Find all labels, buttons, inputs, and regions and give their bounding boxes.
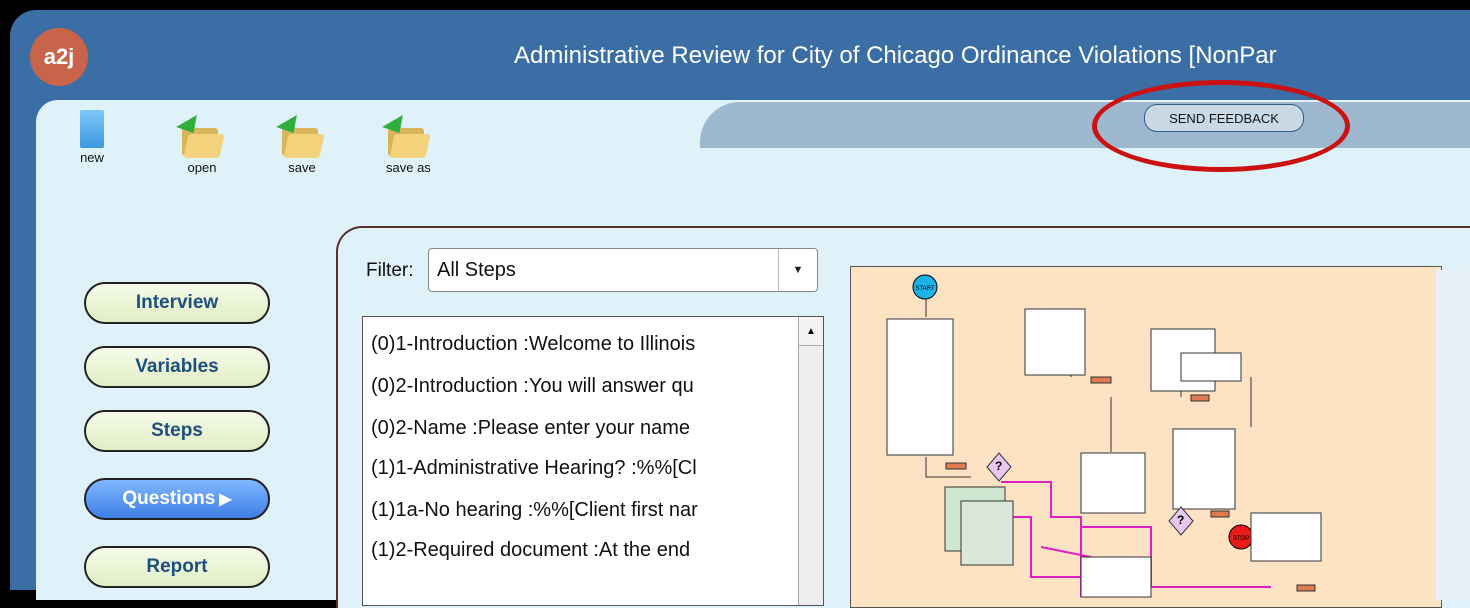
new-document-icon	[80, 110, 104, 148]
save-as-folder-icon	[382, 114, 431, 158]
list-item[interactable]: (0)2-Introduction :You will answer qu	[371, 375, 694, 398]
list-item[interactable]: (1)1a-No hearing :%%[Client first nar	[371, 499, 698, 522]
filter-label: Filter:	[366, 260, 414, 281]
new-label: new	[80, 150, 104, 165]
save-as-label: save as	[386, 160, 431, 175]
filter-select[interactable]: All Steps ▼	[428, 248, 818, 292]
list-item[interactable]: (1)1-Administrative Hearing? :%%[Cl	[371, 457, 697, 480]
feedback-highlight-circle	[1092, 80, 1350, 172]
save-as-button[interactable]: save as	[382, 114, 431, 175]
nav-questions-button[interactable]: Questions ▶	[84, 478, 270, 520]
save-button[interactable]: save	[276, 114, 325, 175]
list-item[interactable]: (0)2-Name :Please enter your name	[371, 417, 690, 440]
nav-questions-label: Questions	[122, 488, 216, 509]
save-label: save	[288, 160, 316, 175]
scroll-up-icon[interactable]: ▲	[799, 317, 823, 346]
flow-map-side-panel	[1436, 270, 1470, 600]
list-item[interactable]: (0)1-Introduction :Welcome to Illinois	[371, 333, 695, 356]
flow-map[interactable]: START STOP ? ?	[850, 266, 1442, 608]
stop-node-label: STOP	[1233, 536, 1249, 542]
play-arrow-icon: ▶	[219, 491, 232, 508]
open-label: open	[187, 160, 217, 175]
tab-strip	[700, 102, 1470, 148]
flow-map-diagram: START STOP ? ?	[886, 274, 1322, 598]
start-node-label: START	[915, 286, 934, 292]
svg-text:?: ?	[995, 459, 1002, 473]
chevron-down-icon[interactable]: ▼	[778, 249, 817, 291]
nav-variables-button[interactable]: Variables	[84, 346, 270, 388]
nav-report-button[interactable]: Report	[84, 546, 270, 588]
save-folder-icon	[276, 114, 325, 158]
list-item[interactable]: (1)2-Required document :At the end	[371, 539, 690, 562]
open-folder-icon	[176, 114, 225, 158]
question-list[interactable]: (0)1-Introduction :Welcome to Illinois (…	[362, 316, 824, 606]
app-title: Administrative Review for City of Chicag…	[514, 42, 1277, 69]
filter-value: All Steps	[437, 258, 516, 281]
open-button[interactable]: open	[176, 114, 225, 175]
nav-interview-button[interactable]: Interview	[84, 282, 270, 324]
a2j-logo: a2j	[30, 28, 88, 86]
svg-text:?: ?	[1177, 513, 1184, 527]
nav-steps-button[interactable]: Steps	[84, 410, 270, 452]
new-button[interactable]: new	[80, 110, 104, 165]
list-scrollbar[interactable]: ▲	[798, 317, 823, 605]
